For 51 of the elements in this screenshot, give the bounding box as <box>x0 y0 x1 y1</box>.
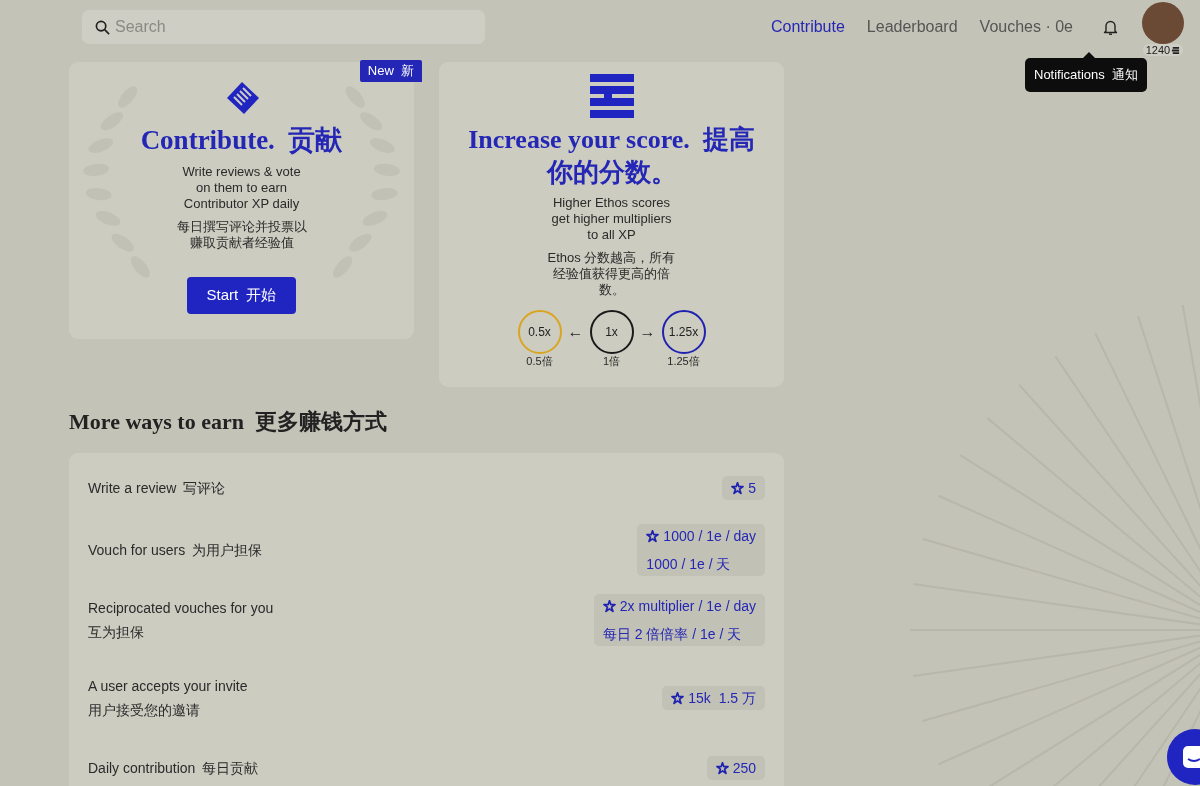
reward-text: 250 <box>732 760 756 776</box>
multiplier-label: 1倍 <box>602 354 621 369</box>
multiplier-circle: 0.5x <box>517 310 562 354</box>
row-title: Write a review <box>88 480 177 496</box>
reward-text: 15k 1.5 万 <box>688 690 756 706</box>
card-title: Contribute. 贡献 <box>140 124 343 157</box>
avatar[interactable] <box>1142 2 1184 44</box>
search-field[interactable]: Search <box>82 10 485 44</box>
card-title: Increase your score. 提高你的分数。 <box>467 124 756 189</box>
star-icon <box>646 529 660 543</box>
row-title: 写评论 <box>183 480 226 496</box>
score-badge: 1240 <box>1142 44 1184 56</box>
row-title: Reciprocated vouches for you <box>88 600 274 616</box>
new-badge: New 新 <box>359 60 422 82</box>
row-title: 每日贡献 <box>202 760 259 776</box>
multiplier-circle: 1.25x <box>661 310 706 354</box>
star-icon <box>602 599 616 613</box>
nav-link[interactable]: Contribute <box>771 18 845 36</box>
arrow-text: → <box>639 322 656 342</box>
search-icon <box>95 20 110 35</box>
reward-text: 1000 / 1e / day <box>663 528 756 544</box>
tooltip: Notifications 通知 <box>1025 58 1148 92</box>
multiplier-label: 1.25倍 <box>667 354 700 369</box>
notifications-icon[interactable] <box>1103 18 1118 36</box>
card-description: Write reviews & vote on them to earn Contributor XP daily <box>181 163 302 212</box>
reward-text: 1000 / 1e / 天 <box>646 556 731 572</box>
row-title: 互为担保 <box>88 624 145 640</box>
row-title: Vouch for users <box>88 542 186 558</box>
start-button[interactable]: Start 开始 <box>187 276 296 314</box>
tooltip-pointer <box>1083 52 1095 58</box>
multiplier-circle: 1x <box>589 310 634 354</box>
row-title: Daily contribution <box>88 760 196 776</box>
reward-text: 5 <box>748 480 756 496</box>
card-description: 每日撰写评论并投票以赚取贡献者经验值 <box>175 218 308 251</box>
chat-icon <box>1183 746 1200 768</box>
row-title: 为用户担保 <box>192 542 263 558</box>
star-icon <box>715 761 729 775</box>
row-title: A user accepts your invite <box>88 678 248 694</box>
star-icon <box>671 691 685 705</box>
section-title: More ways to earn 更多赚钱方式 <box>69 408 388 436</box>
reward-text: 2x multiplier / 1e / day <box>619 598 756 614</box>
logo-icon <box>589 74 634 118</box>
arrow-text: ← <box>567 322 584 342</box>
nav-link[interactable]: Leaderboard <box>866 18 958 36</box>
multiplier-label: 0.5倍 <box>526 354 553 369</box>
nav-link[interactable]: Vouches · 0e <box>979 18 1073 36</box>
card-description: Higher Ethos scores get higher multipliers to all XP <box>550 195 673 243</box>
row-title: 用户接受您的邀请 <box>88 702 201 718</box>
reward-text: 每日 2 倍倍率 / 1e / 天 <box>602 626 742 642</box>
star-icon <box>731 481 745 495</box>
card-description: Ethos 分数越高，所有经验值获得更高的倍数。 <box>547 250 676 298</box>
